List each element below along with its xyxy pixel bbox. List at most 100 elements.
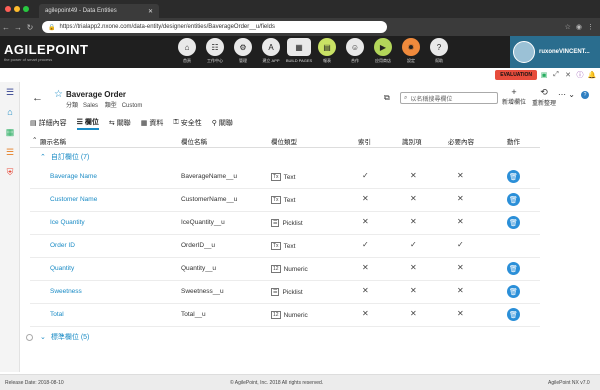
required-flag: ✓ [457,240,464,249]
module-workcenter[interactable]: ☷ 工作中心 [204,38,226,64]
text-icon: Tx [271,242,281,250]
index-flag: ✕ [362,263,369,272]
bookmark-star-icon[interactable]: ☆ [565,23,571,31]
tab-details[interactable]: ▤ 詳細內容 [30,116,67,130]
expand-chevron-icon[interactable]: ⌄ [40,333,46,341]
close-tab-icon[interactable]: ✕ [148,8,153,15]
tab-label: 關聯 [116,120,131,127]
module-label: 設定 [407,58,415,63]
favorite-star-icon[interactable]: ☆ [54,89,63,100]
identifier-flag: ✕ [410,286,417,295]
field-type: Tx Text [271,173,295,181]
back-arrow-icon[interactable]: ← [32,92,43,104]
entity-name: Baverage Order [66,90,127,99]
agilepoint-logo[interactable]: AGILEPOINT the power of smart process [4,42,88,62]
picklist-icon: ☰ [271,288,280,296]
browser-tab[interactable]: agilepoint49 - Data Entities ✕ [39,4,159,18]
url-field[interactable]: 🔒 https://trialapp2.nxone.com/data-entit… [42,21,387,33]
info-icon[interactable]: ⓘ [576,71,584,79]
header-field-type[interactable]: 欄位類型 [271,136,297,146]
field-type: ☰ Picklist [271,219,303,227]
field-display-name-link[interactable]: Order ID [50,242,75,249]
field-internal-name: BaverageName__u [181,173,238,180]
module-report[interactable]: ▤ 報表 [316,38,338,64]
browser-menu-icon[interactable]: ⋮ [587,23,594,31]
help-dot-icon[interactable]: ? [581,91,589,99]
forward-nav-icon[interactable]: → [12,23,24,32]
header-field-name[interactable]: 欄位名稱 [181,136,207,146]
settings-icon: ✹ [402,38,420,56]
link-icon: ⚲ [211,120,217,127]
list-icon[interactable]: ☰ [0,142,20,162]
field-search-input[interactable]: ⌕ 以名稱搜尋欄位 [400,92,498,104]
user-menu[interactable]: ruxoneVINCENT... [510,36,600,68]
fields-icon: ☰ [76,119,83,126]
presentation-icon[interactable]: ▣ [540,71,548,79]
notification-bell-icon[interactable]: 🔔 [588,71,597,79]
module-settings[interactable]: ✹ 設定 [400,38,422,64]
module-help[interactable]: ? 幫助 [428,38,450,64]
home-nav-icon[interactable]: ⌂ [0,102,20,122]
expand-icon[interactable]: ⤢ [552,71,560,79]
standard-fields-group[interactable]: ⌄ 標準欄位 (5) [26,329,540,345]
tab-security[interactable]: ⚿ 安全性 [173,116,201,130]
copy-icon[interactable]: ⧉ [384,93,390,103]
workcenter-icon: ☷ [206,38,224,56]
tab-data[interactable]: ▦ 資料 [141,116,164,130]
text-icon: Tx [271,196,281,204]
minimize-window-button[interactable] [14,6,20,12]
trash-icon[interactable]: 🗑 [507,170,520,183]
data-icon: ▦ [140,120,148,127]
field-display-name-link[interactable]: Sweetness [50,288,82,295]
field-display-name-link[interactable]: Quantity [50,265,74,272]
header-display-name[interactable]: 顯示名稱 [40,136,66,146]
close-window-button[interactable] [5,6,11,12]
reload-icon[interactable]: ↻ [24,23,36,32]
back-nav-icon[interactable]: ← [0,23,12,32]
field-internal-name: OrderID__u [181,242,215,249]
username: ruxoneVINCENT... [539,49,590,55]
identifier-flag: ✕ [410,217,417,226]
field-display-name-link[interactable]: Total [50,311,64,318]
tab-relations[interactable]: ⇆ 關聯 [109,116,131,130]
module-build-pages[interactable]: ▦ BUILD PAGES [286,38,312,64]
shield-icon[interactable]: ⛨ [0,162,20,182]
reorder-button[interactable]: ⟲ 重新整理 [532,87,556,107]
sort-asc-icon[interactable]: ⌃ [32,136,37,144]
tab-links[interactable]: ⚲ 關聯 [212,116,233,130]
menu-toggle-icon[interactable]: ☰ [0,82,20,102]
field-type-label: Text [283,173,296,181]
trash-icon[interactable]: 🗑 [507,262,520,275]
tab-label: 安全性 [180,120,202,127]
module-label: 管理 [239,58,247,63]
trash-icon[interactable]: 🗑 [507,193,520,206]
maximize-window-button[interactable] [23,6,29,12]
more-options-icon[interactable]: ⋯ ⌄ [558,90,575,99]
tab-fields[interactable]: ☰ 欄位 [76,116,99,130]
evaluation-badge: EVALUATION [495,70,537,80]
group-radio[interactable] [26,333,33,341]
module-collaborate[interactable]: ☺ 合作 [344,38,366,64]
grid-apps-icon[interactable]: ▦ [0,122,20,142]
module-build-app[interactable]: A 建立 APP [260,38,282,64]
trash-icon[interactable]: 🗑 [507,308,520,321]
new-field-button[interactable]: + 新增欄位 [502,87,526,106]
extension-icon[interactable]: ◉ [576,23,582,31]
browser-titlebar: agilepoint49 - Data Entities ✕ [0,0,600,18]
field-display-name-link[interactable]: Ice Quantity [50,219,85,226]
field-type: 12 Numeric [271,311,308,319]
new-field-label: 新增欄位 [502,100,527,106]
field-display-name-link[interactable]: Customer Name [50,196,97,203]
field-display-name-link[interactable]: Baverage Name [50,173,97,180]
trash-icon[interactable]: 🗑 [507,216,520,229]
logo-text: AGILEPOINT [4,42,89,57]
module-home[interactable]: ⌂ 首頁 [176,38,198,64]
collapse-chevron-icon[interactable]: ⌃ [40,153,46,161]
index-flag: ✕ [362,217,369,226]
module-manage[interactable]: ⚙ 管理 [232,38,254,64]
module-label: 首頁 [183,58,191,63]
trash-icon[interactable]: 🗑 [507,285,520,298]
custom-fields-group[interactable]: ⌃ 自訂欄位 (7) [30,149,540,165]
module-app-store[interactable]: ▶ 应用商店 [372,38,394,64]
close-panel-icon[interactable]: ✕ [564,71,572,79]
